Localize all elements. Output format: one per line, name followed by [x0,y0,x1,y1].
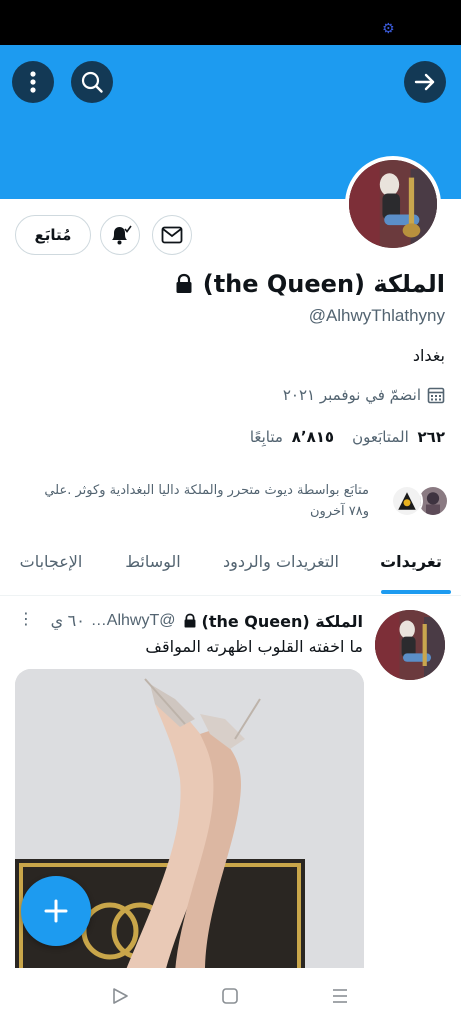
tab-likes[interactable]: الإعجابات [1,540,101,596]
menu-lines-icon [333,989,347,1003]
tab-tweets-replies[interactable]: التغريدات والردود [211,540,351,596]
active-tab-indicator [381,590,451,594]
followed-by-line2: و٧٨ آخرون [309,504,369,519]
system-nav-bar [0,968,461,1024]
tab-media[interactable]: الوسائط [113,540,193,596]
followed-by[interactable]: متابَع بواسطة ديوث متحرر والملكة داليا ا… [0,480,449,524]
following-button[interactable]: مُتابَع [15,215,91,255]
following-stat[interactable]: ٨٬٨١٥ متابِعًا [250,428,334,446]
compose-button[interactable] [21,876,91,946]
tweet-author: الملكة (the Queen) [182,611,364,631]
tweet-handle: @AlhwyT… [90,612,176,629]
plus-icon [44,899,68,923]
profile-tabs: تغريدات التغريدات والردود الوسائط الإعجا… [0,540,461,596]
following-button-label: مُتابَع [34,226,72,244]
lock-icon [176,273,192,293]
followers-stat[interactable]: ٢٦٢ المتابَعون [352,428,445,446]
triangle-back-icon [113,988,128,1004]
joined-text: انضمّ في نوفمبر ٢٠٢١ [282,386,421,404]
followed-by-text: متابَع بواسطة ديوث متحرر والملكة داليا ا… [44,480,369,522]
lock-icon [184,613,195,628]
followed-by-line1: متابَع بواسطة ديوث متحرر والملكة داليا ا… [44,483,369,498]
search-icon [81,71,103,93]
tweet-author-name: الملكة (the Queen) [201,611,364,631]
profile-bio: بغداد [412,346,445,365]
avatar-image [349,160,437,248]
followers-count: ٢٦٢ [417,428,445,446]
profile-name-text: الملكة (the Queen) [202,270,445,298]
message-button[interactable] [152,215,192,255]
tweet-time: ٦٠ ي [50,613,85,630]
following-count: ٨٬٨١٥ [291,428,335,446]
profile-stats: ٢٦٢ المتابَعون ٨٬٨١٥ متابِعًا [250,428,445,446]
notifications-button[interactable] [100,215,140,255]
status-bar: ⚙ [0,0,461,45]
followers-label: المتابَعون [352,428,409,446]
tweet-text: ما اخفته القلوب اظهرته المواقف [145,637,363,656]
profile-handle: @AlhwyThlathyny [308,306,445,325]
tweet-header: الملكة (the Queen) @AlhwyT… ٦٠ ي [13,611,363,631]
follower-avatar [391,485,423,517]
profile-joined: انضمّ في نوفمبر ٢٠٢١ [283,386,445,404]
tweet-more-icon[interactable]: ⋮ [18,611,34,627]
profile-avatar[interactable] [345,156,441,252]
profile-name: الملكة (the Queen) [173,270,445,298]
bell-check-icon [112,225,132,245]
gear-icon: ⚙ [382,21,395,37]
nav-home-button[interactable] [216,982,244,1010]
back-button[interactable] [404,61,446,103]
search-button[interactable] [71,61,113,103]
square-home-icon [222,988,238,1004]
more-vertical-icon [30,71,36,93]
nav-menu-button[interactable] [326,982,354,1010]
calendar-icon [427,387,445,404]
arrow-right-icon [414,73,435,91]
nav-back-button[interactable] [106,982,134,1010]
envelope-icon [161,226,183,244]
tab-tweets[interactable]: تغريدات [371,540,451,596]
more-button[interactable] [12,61,54,103]
tweet-avatar[interactable] [375,610,445,680]
following-label: متابِعًا [249,428,283,446]
